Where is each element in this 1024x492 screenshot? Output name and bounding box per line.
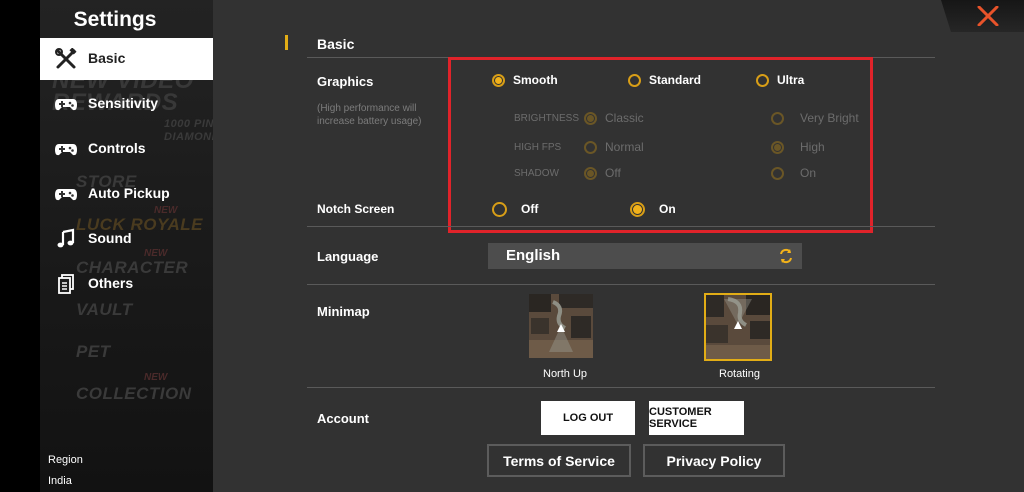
logout-button[interactable]: LOG OUT <box>541 401 635 435</box>
sidebar-item-sensitivity[interactable]: Sensitivity <box>40 83 213 125</box>
sidebar-item-others[interactable]: Others <box>40 263 213 305</box>
sidebar-item-label: Controls <box>88 140 146 156</box>
section-marker <box>285 35 288 50</box>
customer-service-button[interactable]: CUSTOMER SERVICE <box>649 401 744 435</box>
minimap-label: Minimap <box>317 304 370 319</box>
close-icon <box>977 6 999 26</box>
graphics-note: (High performance will increase battery … <box>317 103 422 127</box>
document-icon <box>54 273 78 295</box>
close-button[interactable] <box>941 0 1024 32</box>
gamepad-icon <box>54 183 78 205</box>
minimap-option-rotating[interactable] <box>704 293 772 361</box>
section-title: Basic <box>317 36 355 52</box>
sidebar-item-label: Sensitivity <box>88 95 159 111</box>
map-thumbnail-icon <box>529 294 593 358</box>
minimap-option-north-up[interactable] <box>529 294 593 358</box>
region-label: Region <box>48 454 83 466</box>
sidebar: NEW VIDEO REWARDS 1000 PIN DIAMOND STORE… <box>40 0 220 492</box>
sidebar-item-sound[interactable]: Sound <box>40 218 213 260</box>
sidebar-item-label: Sound <box>88 230 132 246</box>
terms-of-service-button[interactable]: Terms of Service <box>487 444 631 477</box>
account-label: Account <box>317 411 369 426</box>
settings-title: Settings <box>73 8 157 31</box>
minimap-caption-north-up: North Up <box>543 368 588 380</box>
divider <box>307 387 935 388</box>
sidebar-item-label: Others <box>88 275 134 291</box>
sidebar-item-label: Basic <box>88 50 126 66</box>
sidebar-item-auto-pickup[interactable]: Auto Pickup <box>40 173 213 215</box>
gamepad-icon <box>54 138 78 160</box>
language-value: English <box>506 247 561 264</box>
music-note-icon <box>54 228 78 250</box>
tools-icon <box>54 47 78 70</box>
map-thumbnail-icon <box>706 295 770 359</box>
region-value: India <box>48 475 72 487</box>
new-badge: NEW <box>144 372 168 383</box>
notch-screen-label: Notch Screen <box>317 202 395 216</box>
language-selector[interactable]: English <box>488 243 802 269</box>
graphics-label: Graphics <box>317 74 374 89</box>
gamepad-icon <box>54 93 78 115</box>
divider <box>307 226 935 227</box>
divider <box>307 284 935 285</box>
bg-menu-collection: COLLECTION <box>76 384 192 403</box>
sidebar-item-controls[interactable]: Controls <box>40 128 213 170</box>
sidebar-item-label: Auto Pickup <box>88 185 170 201</box>
sidebar-item-basic[interactable]: Basic <box>40 38 213 80</box>
highlight-box <box>448 57 873 233</box>
language-label: Language <box>317 249 379 264</box>
switch-arrows-icon <box>778 248 794 269</box>
minimap-caption-rotating: Rotating <box>719 368 760 380</box>
privacy-policy-button[interactable]: Privacy Policy <box>643 444 785 477</box>
bg-menu-pet: PET <box>76 342 111 361</box>
